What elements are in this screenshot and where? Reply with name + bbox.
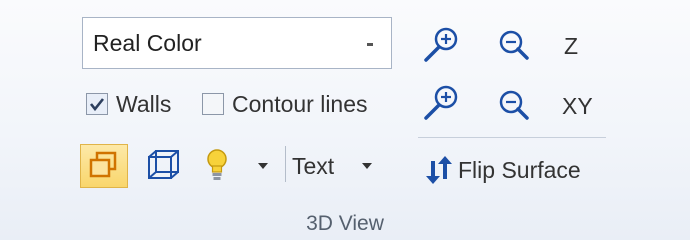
zoom-out-z-icon[interactable] — [494, 24, 536, 66]
contour-lines-label: Contour lines — [232, 91, 368, 117]
vertical-separator — [285, 146, 286, 182]
render-mode-dropdown[interactable]: Real Color — [82, 17, 392, 69]
text-button-label[interactable]: Text — [292, 153, 334, 180]
contour-lines-checkbox[interactable] — [202, 93, 224, 115]
render-mode-value: Real Color — [93, 29, 202, 56]
zoom-in-z-icon[interactable] — [420, 24, 462, 66]
flip-surface-label: Flip Surface — [458, 156, 581, 183]
text-dropdown-arrow-icon[interactable] — [360, 160, 374, 172]
zoom-z-label: Z — [564, 33, 579, 59]
separator — [418, 137, 606, 138]
window-overlap-icon — [89, 151, 117, 178]
walls-label: Walls — [116, 91, 172, 117]
lightbulb-icon[interactable] — [204, 144, 230, 188]
zoom-xy-label: XY — [562, 93, 593, 119]
flip-surface-button[interactable]: Flip Surface — [424, 150, 581, 190]
zoom-out-xy-icon[interactable] — [494, 84, 536, 126]
group-label: 3D View — [306, 212, 384, 235]
flip-arrows-icon — [426, 156, 452, 184]
walls-checkbox[interactable] — [86, 93, 108, 115]
zoom-in-xy-icon[interactable] — [420, 82, 462, 124]
checkmark-icon — [89, 98, 105, 112]
box-3d-icon[interactable] — [142, 146, 186, 186]
window-overlap-button[interactable] — [80, 144, 128, 188]
chevron-down-icon — [367, 43, 373, 46]
lighting-dropdown-arrow-icon[interactable] — [256, 160, 270, 172]
